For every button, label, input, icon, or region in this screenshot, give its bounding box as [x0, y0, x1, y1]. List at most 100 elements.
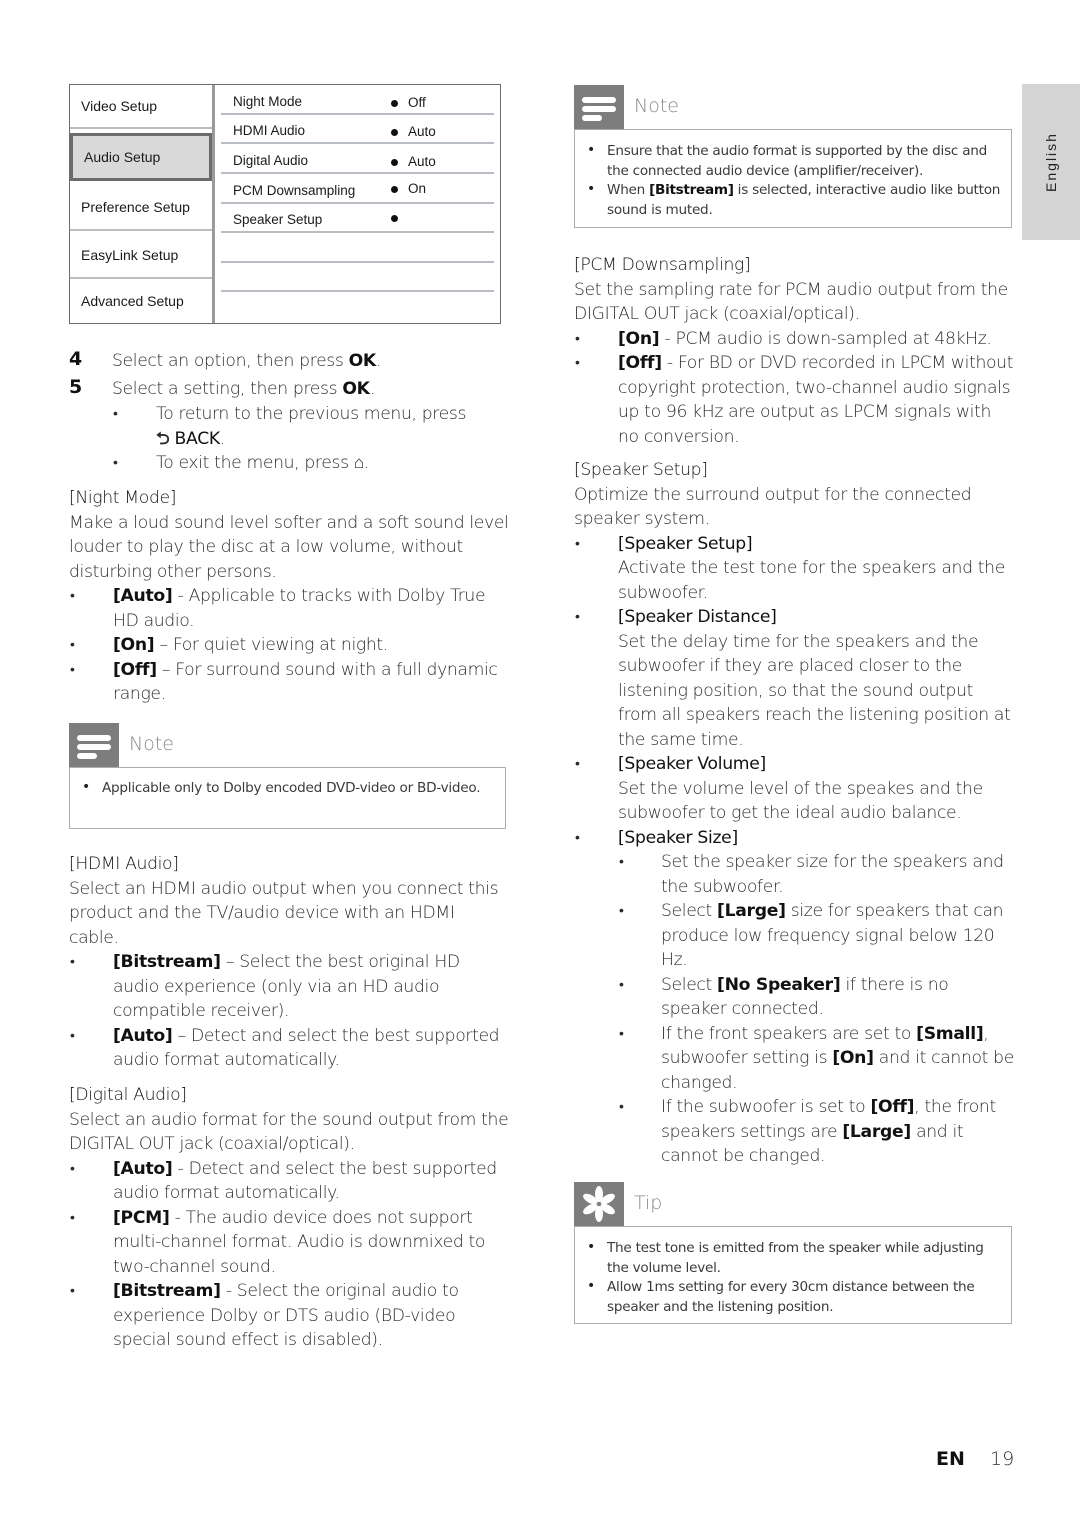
menu-options: Night Mode Off HDMI Audio Auto Digital A…: [221, 85, 494, 323]
menu-categories: Video Setup Audio Setup Preference Setup…: [70, 85, 215, 323]
menu-item-label: EasyLink Setup: [81, 247, 179, 263]
section-heading: [HDMI Audio]: [69, 854, 179, 874]
section-heading: [Speaker Setup]: [574, 460, 708, 480]
bullet-back: To return to the previous menu, press ⮌ …: [112, 402, 512, 451]
note-title: Note: [634, 95, 679, 117]
section-description: Optimize the surround output for the con…: [574, 484, 972, 530]
note-item: When [Bitstream] is selected, interactiv…: [585, 180, 1001, 220]
section-description: Set the sampling rate for PCM audio outp…: [574, 279, 1008, 325]
sub-list-item: Select [No Speaker] if there is no speak…: [574, 973, 1014, 1022]
list-item: [On] – For quiet viewing at night.: [69, 633, 509, 658]
note-item: Applicable only to Dolby encoded DVD-vid…: [80, 778, 495, 799]
list-item: [Speaker Setup] Activate the test tone fo…: [574, 532, 1014, 606]
option-key: [PCM]: [113, 1207, 170, 1228]
bullet-text: To return to the previous menu, press: [156, 404, 467, 424]
ok-key-label: OK: [348, 351, 377, 371]
tip-star-icon: [574, 1182, 624, 1226]
step-number: 4: [69, 348, 83, 370]
option-label: Digital Audio: [233, 153, 309, 168]
option-speaker-setup[interactable]: Speaker Setup: [221, 203, 494, 233]
digital-audio-section: [Digital Audio] Select an audio format f…: [69, 1083, 509, 1353]
setup-menu: Video Setup Audio Setup Preference Setup…: [69, 84, 501, 324]
step-text: Select an option, then press OK.: [112, 349, 512, 374]
menu-item-advanced-setup[interactable]: Advanced Setup: [70, 279, 212, 323]
step-text: Select a setting, then press OK.: [112, 377, 512, 402]
option-key: [Off]: [870, 1097, 915, 1117]
tip-item: Allow 1ms setting for every 30cm distanc…: [585, 1277, 1001, 1317]
option-text: Select: [661, 901, 718, 921]
sub-list-item: If the front speakers are set to [Small]…: [574, 1022, 1014, 1096]
speaker-setup-section: [Speaker Setup] Optimize the surround ou…: [574, 458, 1014, 1169]
option-digital-audio[interactable]: Digital Audio Auto: [221, 144, 494, 174]
option-text: Set the delay time for the speakers and …: [618, 631, 1011, 750]
option-label: Night Mode: [233, 94, 303, 109]
bullet-text: To exit the menu, press: [156, 453, 349, 473]
option-text: – For quiet viewing at night.: [154, 635, 388, 655]
option-key: [Speaker Volume]: [618, 754, 766, 774]
option-text: - PCM audio is down-sampled at 48kHz.: [659, 328, 992, 349]
option-key: [Small]: [916, 1023, 984, 1044]
option-key: [On]: [113, 635, 155, 655]
option-empty: [221, 233, 494, 263]
night-mode-section: [Night Mode] Make a loud sound level sof…: [69, 486, 509, 707]
option-key: [Off]: [113, 659, 157, 680]
tip-item: The test tone is emitted from the speake…: [585, 1238, 1001, 1278]
list-item: [PCM] - The audio device does not suppor…: [69, 1206, 509, 1280]
option-night-mode[interactable]: Night Mode Off: [221, 85, 494, 115]
note-panel: Ensure that the audio format is supporte…: [574, 129, 1012, 228]
sub-list-item: Set the speaker size for the speakers an…: [574, 850, 1014, 899]
option-pcm-downsampling[interactable]: PCM Downsampling On: [221, 174, 494, 204]
home-icon: ⌂: [353, 453, 364, 473]
step-instruction: Select a setting, then press: [112, 379, 343, 399]
list-item: [Auto] – Detect and select the best supp…: [69, 1024, 509, 1073]
note-icon: [574, 85, 624, 129]
option-text: Activate the test tone for the speakers …: [618, 558, 1005, 603]
note-box: Note Ensure that the audio format is sup…: [574, 85, 1012, 228]
option-key: [On]: [618, 328, 660, 349]
bullet-dot-icon: [391, 215, 398, 222]
note-box: Note Applicable only to Dolby encoded DV…: [69, 723, 506, 829]
tip-panel: The test tone is emitted from the speake…: [574, 1226, 1012, 1324]
option-key: [Speaker Distance]: [618, 607, 777, 627]
option-text: Set the volume level of the speakes and …: [618, 778, 983, 824]
option-label: Speaker Setup: [233, 212, 323, 227]
footer-language: EN: [936, 1448, 965, 1470]
menu-item-easylink-setup[interactable]: EasyLink Setup: [70, 233, 212, 279]
menu-item-label: Video Setup: [81, 98, 158, 114]
menu-item-label: Audio Setup: [84, 149, 161, 165]
option-text: - For BD or DVD recorded in LPCM without…: [618, 353, 1014, 447]
option-key: [No Speaker]: [717, 974, 841, 995]
punctuation: .: [369, 379, 375, 399]
page-number: 19: [990, 1448, 1015, 1470]
list-item: [On] - PCM audio is down-sampled at 48kH…: [574, 327, 1014, 352]
language-label: English: [1043, 132, 1059, 192]
option-key: [Bitstream]: [649, 182, 734, 198]
option-text: – For surround sound with a full dynamic…: [113, 659, 498, 705]
option-value: On: [408, 181, 427, 196]
tip-box: Tip The test tone is emitted from the sp…: [574, 1182, 1012, 1324]
bullet-dot-icon: [391, 129, 398, 136]
list-item: [Auto] - Detect and select the best supp…: [69, 1157, 509, 1206]
option-key: [Off]: [618, 353, 662, 373]
bullet-dot-icon: [391, 100, 398, 107]
menu-item-preference-setup[interactable]: Preference Setup: [70, 185, 212, 231]
menu-item-audio-setup[interactable]: Audio Setup: [70, 133, 212, 181]
option-value: Auto: [408, 154, 436, 169]
option-text: - The audio device does not support mult…: [113, 1207, 486, 1277]
option-key: [Auto]: [113, 586, 173, 606]
list-item: [Speaker Distance] Set the delay time for…: [574, 605, 1014, 752]
list-item: [Auto] - Applicable to tracks with Dolby…: [69, 584, 509, 633]
menu-item-label: Preference Setup: [81, 199, 190, 215]
section-description: Select an HDMI audio output when you con…: [69, 878, 499, 948]
option-hdmi-audio[interactable]: HDMI Audio Auto: [221, 114, 494, 144]
tip-title: Tip: [634, 1192, 663, 1214]
option-key: [Bitstream]: [113, 952, 221, 972]
note-title: Note: [129, 733, 174, 755]
bullet-dot-icon: [391, 186, 398, 193]
list-item: [Bitstream] - Select the original audio …: [69, 1279, 509, 1353]
option-text: If the subwoofer is set to: [661, 1097, 871, 1117]
note-text: When: [607, 182, 650, 198]
option-key: [Bitstream]: [113, 1281, 221, 1301]
section-description: Select an audio format for the sound out…: [69, 1109, 509, 1155]
menu-item-video-setup[interactable]: Video Setup: [70, 85, 212, 129]
